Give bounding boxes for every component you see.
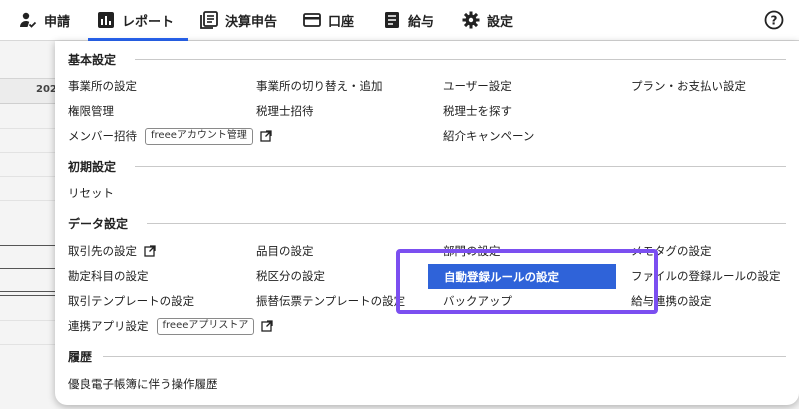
- nav-report[interactable]: レポート: [87, 0, 189, 41]
- menu-permission[interactable]: 権限管理: [68, 102, 114, 120]
- section-history: 履歴: [68, 350, 93, 364]
- menu-accountant-invite[interactable]: 税理士招待: [256, 102, 314, 120]
- menu-backup[interactable]: バックアップ: [443, 292, 512, 310]
- menu-file-rules[interactable]: ファイルの登録ルールの設定: [631, 267, 781, 285]
- menu-deal-templates[interactable]: 取引テンプレートの設定: [68, 292, 194, 310]
- credit-card-icon: [302, 10, 322, 30]
- menu-auto-rules[interactable]: 自動登録ルールの設定: [428, 264, 616, 289]
- menu-partners-label: 取引先の設定: [68, 244, 137, 258]
- menu-find-accountant[interactable]: 税理士を探す: [443, 102, 512, 120]
- section-divider: [147, 223, 786, 224]
- background-row-line: [0, 128, 60, 129]
- person-check-icon: [18, 10, 38, 30]
- background-row-line: [0, 245, 60, 246]
- nav-settings[interactable]: 設定: [461, 0, 513, 40]
- nav-account-label: 口座: [328, 14, 355, 30]
- app-store-tag[interactable]: freeeアプリストア: [156, 317, 255, 335]
- background-row-line: [0, 291, 60, 292]
- menu-invite-member[interactable]: メンバー招待 freeeアカウント管理: [68, 127, 272, 145]
- nav-apply[interactable]: 申請: [18, 0, 70, 40]
- background-year: 202: [36, 84, 57, 95]
- external-link-icon[interactable]: [260, 130, 272, 142]
- nav-settings-label: 設定: [487, 14, 514, 30]
- section-basic-settings: 基本設定: [68, 53, 117, 67]
- external-link-icon[interactable]: [261, 320, 274, 332]
- report-chart-icon: [96, 10, 116, 30]
- section-initial-settings: 初期設定: [68, 160, 117, 174]
- menu-departments[interactable]: 部門の設定: [443, 242, 501, 260]
- account-manage-tag[interactable]: freeeアカウント管理: [145, 127, 253, 145]
- menu-items[interactable]: 品目の設定: [256, 242, 314, 260]
- document-stack-icon: [199, 10, 219, 30]
- menu-memo-tags[interactable]: メモタグの設定: [631, 242, 712, 260]
- menu-transfer-templates[interactable]: 振替伝票テンプレートの設定: [256, 292, 405, 310]
- menu-partners[interactable]: 取引先の設定: [68, 242, 156, 260]
- menu-ebook-history[interactable]: 優良電子帳簿に伴う操作履歴: [68, 375, 218, 393]
- background-row-line: [0, 320, 60, 321]
- help-button[interactable]: ?: [763, 9, 785, 31]
- background-row-line: [0, 176, 60, 177]
- background-row-line: [0, 200, 60, 201]
- menu-office-settings[interactable]: 事業所の設定: [68, 77, 137, 95]
- menu-payroll-link[interactable]: 給与連携の設定: [631, 292, 712, 310]
- background-row-line: [0, 268, 60, 269]
- nav-tax-filing[interactable]: 決算申告: [199, 0, 277, 40]
- menu-plan-payment[interactable]: プラン・お支払い設定: [631, 77, 746, 95]
- nav-apply-label: 申請: [44, 14, 71, 30]
- background-row-line: [0, 344, 60, 345]
- nav-report-label: レポート: [122, 14, 175, 30]
- section-divider: [135, 166, 786, 167]
- menu-accounts[interactable]: 勘定科目の設定: [68, 267, 149, 285]
- menu-invite-member-label: メンバー招待: [68, 129, 137, 143]
- section-divider: [135, 59, 786, 60]
- svg-text:?: ?: [771, 13, 778, 27]
- background-row-line: [0, 295, 60, 296]
- help-icon: ?: [764, 10, 784, 30]
- menu-reset[interactable]: リセット: [68, 184, 114, 202]
- menu-tax-categories[interactable]: 税区分の設定: [256, 267, 325, 285]
- menu-referral[interactable]: 紹介キャンペーン: [443, 127, 534, 145]
- menu-user-settings[interactable]: ユーザー設定: [443, 77, 512, 95]
- section-divider: [103, 356, 786, 357]
- settings-dropdown: 基本設定 事業所の設定 事業所の切り替え・追加 ユーザー設定 プラン・お支払い設…: [55, 41, 799, 405]
- external-link-icon[interactable]: [144, 245, 156, 257]
- background-row-line: [0, 152, 60, 153]
- nav-payroll-label: 給与: [408, 14, 435, 30]
- menu-app-link-label: 連携アプリ設定: [68, 319, 149, 333]
- nav-account[interactable]: 口座: [302, 0, 354, 40]
- top-navigation: 申請 レポート 決算申告 口座 給与 設定 ?: [0, 0, 799, 41]
- menu-app-link[interactable]: 連携アプリ設定 freeeアプリストア: [68, 317, 274, 335]
- section-data-settings: データ設定: [68, 217, 129, 231]
- nav-payroll[interactable]: 給与: [382, 0, 434, 40]
- menu-switch-office[interactable]: 事業所の切り替え・追加: [256, 77, 383, 95]
- gear-icon: [461, 10, 481, 30]
- payroll-icon: [382, 10, 402, 30]
- nav-tax-filing-label: 決算申告: [225, 14, 278, 30]
